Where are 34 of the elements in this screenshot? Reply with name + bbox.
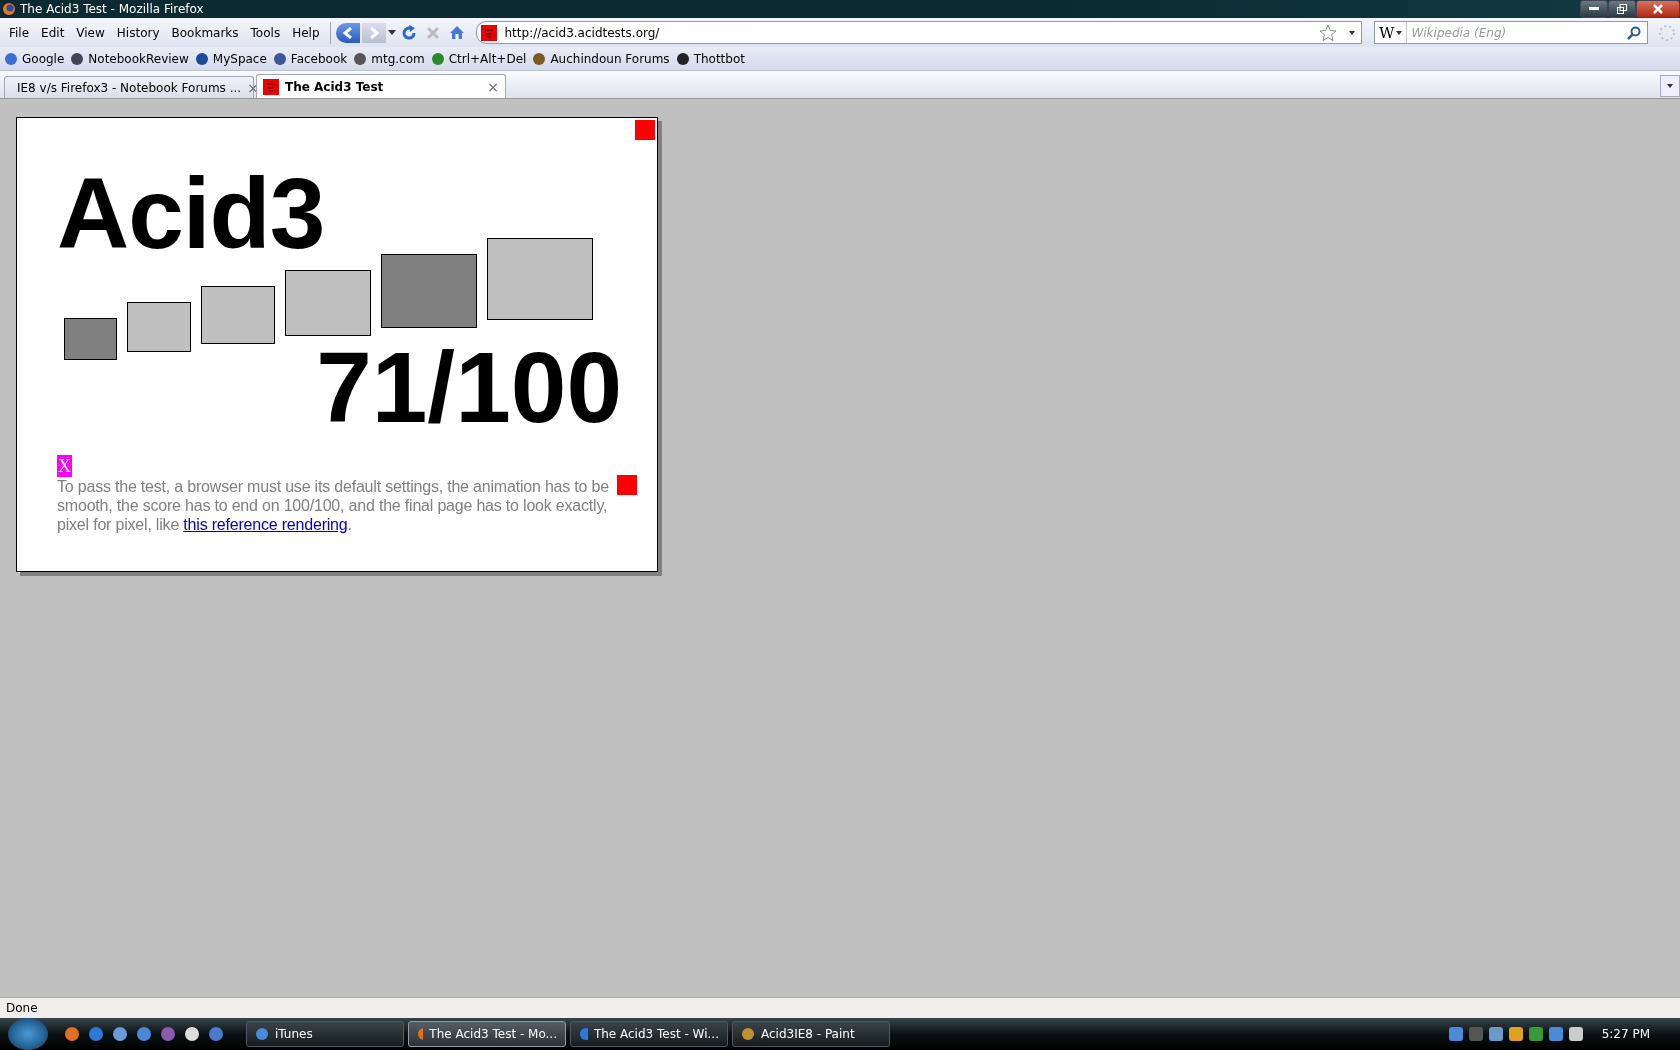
reference-link[interactable]: this reference rendering <box>183 516 348 533</box>
menu-item[interactable]: File <box>4 25 35 40</box>
clock: 5:27 PM <box>1601 1027 1650 1041</box>
bookmark-item[interactable]: Auchindoun Forums <box>532 51 670 66</box>
url-input[interactable]: http://acid3.acidtests.org/ <box>502 24 1313 41</box>
tab-title: The Acid3 Test <box>285 79 385 94</box>
page-heading: Acid3 <box>57 163 326 263</box>
menu-item[interactable]: Tools <box>245 25 286 40</box>
menu-item[interactable]: Edit <box>36 25 70 40</box>
tab-close-button[interactable]: × <box>487 78 499 95</box>
taskbar-button[interactable]: Acid3IE8 - Paint <box>732 1021 890 1047</box>
marker-box: X <box>57 455 72 477</box>
menu-item[interactable]: Bookmarks <box>166 25 244 40</box>
menu-item[interactable]: Help <box>287 25 325 40</box>
bookmark-item[interactable]: Google <box>4 51 65 66</box>
menu-item[interactable]: History <box>111 25 165 40</box>
search-bar[interactable]: W Wikipedia (Eng) <box>1374 21 1648 44</box>
bookmark-item[interactable]: MySpace <box>194 51 267 66</box>
bookmark-item[interactable]: mtg.com <box>353 51 425 66</box>
taskbar-button[interactable]: iTunes <box>246 1021 404 1047</box>
address-bar[interactable]: http://acid3.acidtests.org/ <box>475 21 1362 44</box>
menu-item[interactable]: View <box>71 25 110 40</box>
status-text: Done <box>6 1001 38 1015</box>
bookmark-item[interactable]: Thottbot <box>675 51 745 66</box>
taskbar-button[interactable]: The Acid3 Test - Wi... <box>570 1021 728 1047</box>
browser-tab[interactable]: The Acid3 Test × <box>256 74 506 98</box>
score-text: 71/100 <box>315 337 622 437</box>
taskbar-button[interactable]: The Acid3 Test - Mo... <box>408 1021 566 1047</box>
bookmark-item[interactable]: NotebookReview <box>70 51 189 66</box>
bookmark-item[interactable]: Facebook <box>272 51 348 66</box>
bookmark-item[interactable]: Ctrl+Alt+Del <box>430 51 527 66</box>
tab-title: IE8 v/s Firefox3 - Notebook Forums ... <box>17 80 242 95</box>
instructions-paragraph: To pass the test, a browser must use its default settings, the animation has to be smooth, the score has to end on 100/100, and the final page has to look exactly, pixel for pixel, like this reference rendering. <box>57 477 610 534</box>
window-title: The Acid3 Test - Mozilla Firefox <box>20 2 204 16</box>
